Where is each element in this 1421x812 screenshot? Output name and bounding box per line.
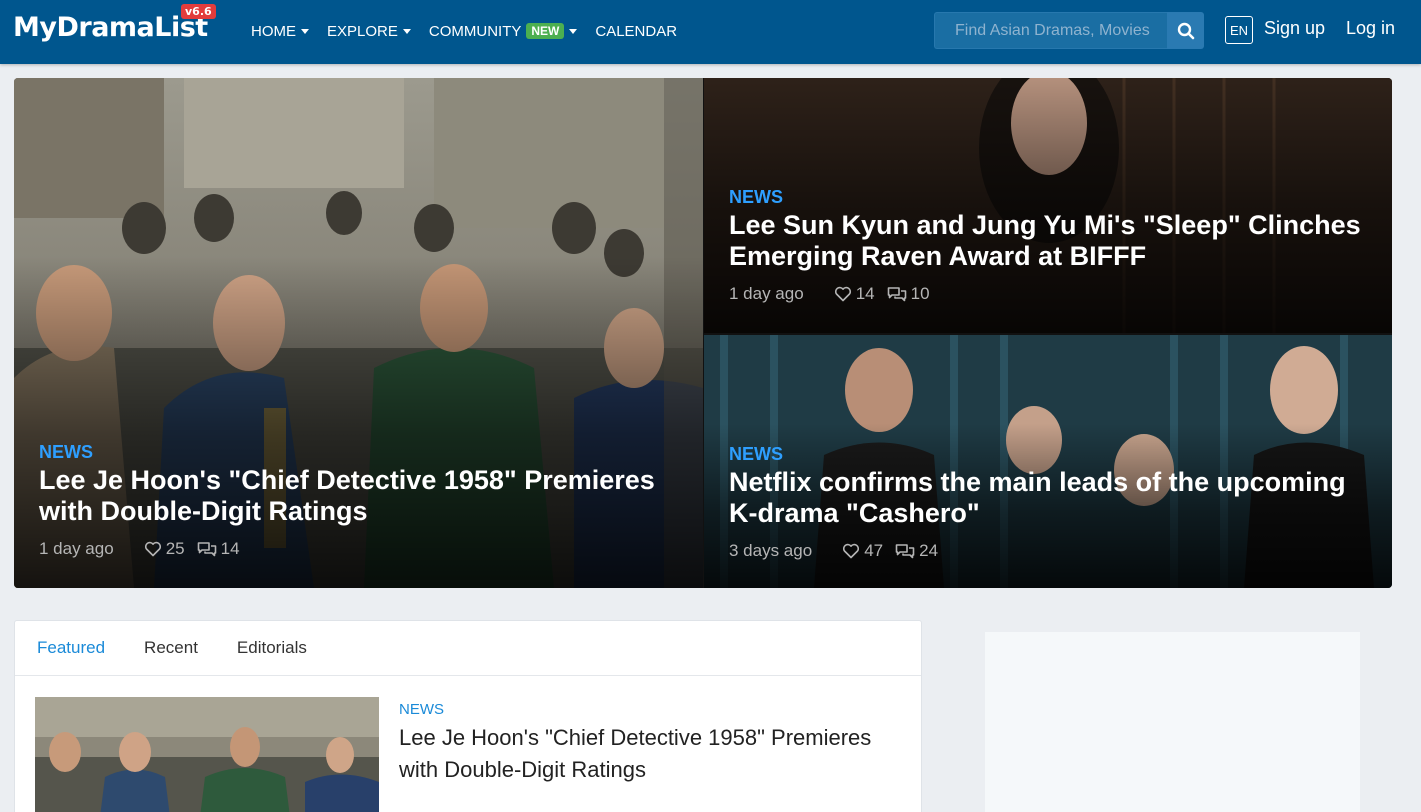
hero-side-bottom-likes-count: 47	[864, 541, 884, 560]
tab-editorials[interactable]: Editorials	[237, 638, 307, 658]
hero-side-bottom-likes: 47	[842, 541, 883, 561]
hero-side-top-card[interactable]: NEWS Lee Sun Kyun and Jung Yu Mi's "Slee…	[704, 78, 1392, 333]
hero-main-comments-count: 14	[220, 539, 240, 558]
hero-side-bottom-title[interactable]: Netflix confirms the main leads of the u…	[729, 467, 1362, 529]
main-menu: HOME EXPLORE COMMUNITY NEW CALENDAR	[251, 20, 695, 42]
search-button[interactable]	[1167, 12, 1204, 49]
hero-main-category[interactable]: NEWS	[39, 442, 673, 463]
news-feed: Featured Recent Editorials NEWS Lee Je H…	[14, 620, 922, 812]
hero-side-top-comments-count: 10	[910, 284, 930, 303]
hero-side-top-text: NEWS Lee Sun Kyun and Jung Yu Mi's "Slee…	[729, 187, 1362, 304]
hero-main-comments: 14	[197, 539, 240, 559]
new-badge: NEW	[526, 23, 565, 39]
search-input[interactable]	[934, 12, 1168, 49]
comments-icon	[197, 542, 216, 557]
top-navbar: MyDramaList v6.6 HOME EXPLORE COMMUNITY …	[0, 0, 1421, 64]
hero-main-time: 1 day ago	[39, 539, 114, 558]
login-link[interactable]: Log in	[1346, 18, 1395, 39]
search-icon	[1177, 22, 1194, 39]
feed-tabs: Featured Recent Editorials	[15, 621, 921, 676]
hero-side-bottom-time: 3 days ago	[729, 541, 813, 560]
comments-icon	[887, 287, 906, 302]
version-badge: v6.6	[181, 4, 216, 19]
heart-icon	[843, 543, 860, 559]
tab-featured[interactable]: Featured	[37, 638, 105, 658]
menu-community-label: COMMUNITY	[428, 22, 522, 40]
hero-main-text: NEWS Lee Je Hoon's "Chief Detective 1958…	[39, 442, 673, 559]
hero-side-bottom-meta: 3 days ago 47 24	[729, 541, 1362, 561]
chevron-down-icon	[569, 28, 578, 34]
hero-main-title[interactable]: Lee Je Hoon's "Chief Detective 1958" Pre…	[39, 465, 673, 527]
menu-calendar[interactable]: CALENDAR	[595, 20, 677, 42]
hero-side-bottom-comments: 24	[895, 541, 938, 561]
article-category[interactable]: NEWS	[399, 701, 899, 718]
article-title[interactable]: Lee Je Hoon's "Chief Detective 1958" Pre…	[399, 722, 899, 786]
heart-icon	[834, 286, 851, 302]
hero-side-bottom-comments-count: 24	[919, 541, 939, 560]
language-button[interactable]: EN	[1225, 16, 1253, 44]
menu-home-label: HOME	[251, 22, 296, 40]
logo-text: MyDramaList	[13, 12, 208, 43]
menu-home[interactable]: HOME	[251, 20, 309, 42]
chevron-down-icon	[402, 28, 411, 34]
hero-carousel: NEWS Lee Je Hoon's "Chief Detective 1958…	[14, 78, 1392, 588]
hero-side-top-comments: 10	[887, 284, 930, 304]
hero-side-top-category[interactable]: NEWS	[729, 187, 1362, 208]
hero-main-meta: 1 day ago 25 14	[39, 539, 673, 559]
hero-main-card[interactable]: NEWS Lee Je Hoon's "Chief Detective 1958…	[14, 78, 703, 588]
tab-recent[interactable]: Recent	[144, 638, 198, 658]
hero-side-top-likes-count: 14	[855, 284, 875, 303]
hero-main-likes: 25	[144, 539, 185, 559]
hero-side-bottom-text: NEWS Netflix confirms the main leads of …	[729, 444, 1362, 561]
comments-icon	[895, 544, 915, 559]
sidebar-ad-placeholder	[985, 632, 1360, 812]
heart-icon	[144, 541, 161, 557]
hero-side-top-title[interactable]: Lee Sun Kyun and Jung Yu Mi's "Sleep" Cl…	[729, 210, 1362, 272]
article-body: NEWS Lee Je Hoon's "Chief Detective 1958…	[399, 701, 899, 786]
search-bar	[934, 12, 1204, 49]
menu-explore-label: EXPLORE	[327, 22, 398, 40]
hero-main-likes-count: 25	[165, 539, 185, 558]
menu-explore[interactable]: EXPLORE	[327, 20, 411, 42]
hero-side-top-time: 1 day ago	[729, 284, 804, 303]
article-thumbnail[interactable]	[35, 697, 379, 812]
menu-calendar-label: CALENDAR	[595, 22, 678, 40]
hero-side-bottom-card[interactable]: NEWS Netflix confirms the main leads of …	[704, 335, 1392, 588]
hero-side-top-meta: 1 day ago 14 10	[729, 284, 1362, 304]
signup-link[interactable]: Sign up	[1264, 18, 1325, 39]
chevron-down-icon	[301, 28, 309, 34]
menu-community[interactable]: COMMUNITY NEW	[429, 20, 578, 42]
hero-side-top-likes: 14	[834, 284, 875, 304]
site-logo[interactable]: MyDramaList v6.6	[13, 4, 216, 48]
hero-side-bottom-category[interactable]: NEWS	[729, 444, 1362, 465]
